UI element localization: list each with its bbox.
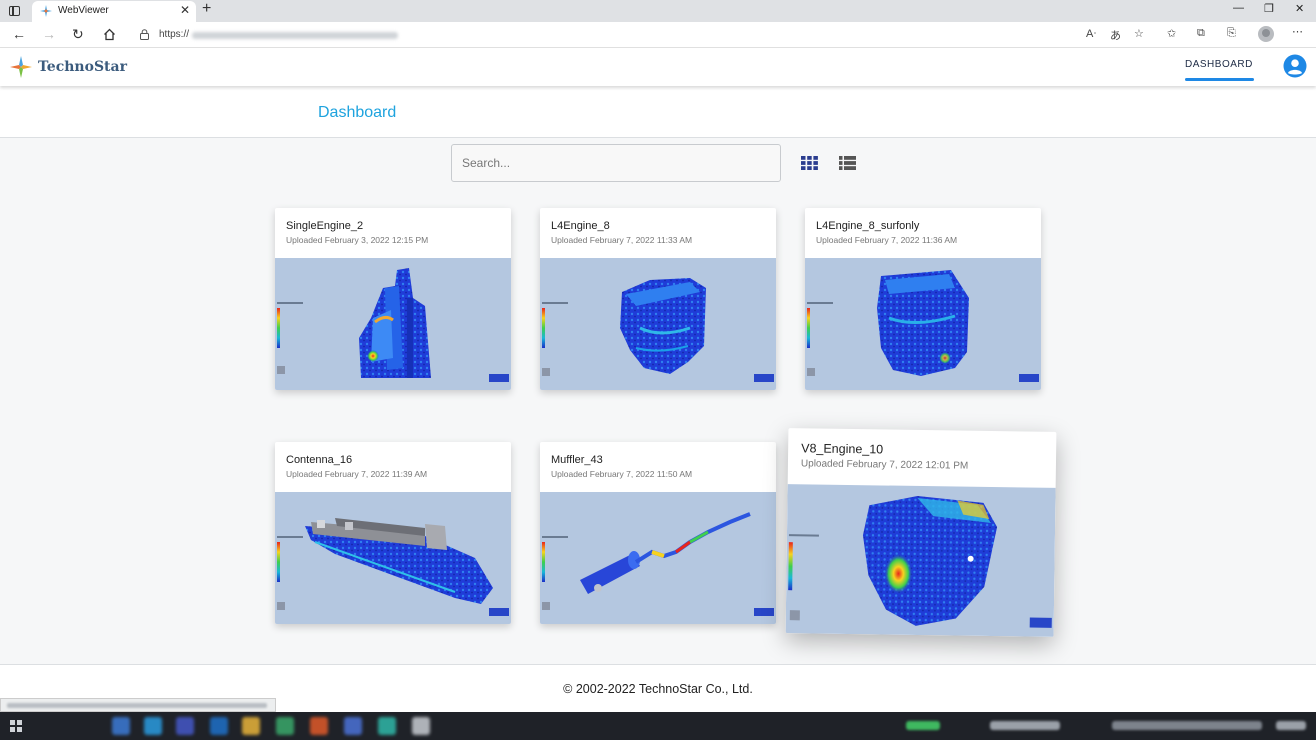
os-taskbar xyxy=(0,712,1316,740)
copyright-text: © 2002-2022 TechnoStar Co., Ltd. xyxy=(563,682,753,696)
model-upload-date: Uploaded February 7, 2022 11:33 AM xyxy=(551,235,693,245)
browser-tab-strip: WebViewer ✕ + — ❐ ✕ xyxy=(0,0,1316,22)
taskbar-app-icon[interactable] xyxy=(112,717,130,735)
link-status-bar xyxy=(0,698,276,712)
lock-icon[interactable] xyxy=(140,29,149,40)
model-thumbnail xyxy=(275,492,511,624)
refresh-icon[interactable]: ↻ xyxy=(72,26,84,42)
fea-render-image xyxy=(807,270,1039,382)
taskbar-app-icon[interactable] xyxy=(176,717,194,735)
model-thumbnail xyxy=(540,258,776,390)
page-title: Dashboard xyxy=(318,104,397,121)
active-nav-indicator xyxy=(1185,78,1254,81)
tray-icons[interactable] xyxy=(1112,721,1262,730)
fea-render-image xyxy=(542,512,774,616)
list-view-icon[interactable] xyxy=(839,156,856,170)
grid-view-icon[interactable] xyxy=(801,156,818,170)
taskbar-app-icon[interactable] xyxy=(276,717,294,735)
fea-render-image xyxy=(542,278,774,382)
model-name: Contenna_16 xyxy=(286,454,353,466)
url-redacted xyxy=(192,32,398,39)
model-card-contenna-16[interactable]: Contenna_16 Uploaded February 7, 2022 11… xyxy=(275,442,511,624)
model-thumbnail xyxy=(785,484,1056,637)
restore-window-icon[interactable]: ❐ xyxy=(1264,2,1274,15)
new-tab-icon[interactable]: + xyxy=(202,0,211,18)
app-header: TechnoStar DASHBOARD xyxy=(0,48,1316,86)
fea-render-image xyxy=(277,518,509,616)
model-upload-date: Uploaded February 7, 2022 11:50 AM xyxy=(551,469,693,479)
taskbar-app-icon[interactable] xyxy=(210,717,228,735)
model-card-muffler-43[interactable]: Muffler_43 Uploaded February 7, 2022 11:… xyxy=(540,442,776,624)
close-tab-icon[interactable]: ✕ xyxy=(180,3,190,17)
tray-indicator[interactable] xyxy=(906,721,940,730)
more-menu-icon[interactable]: ⋯ xyxy=(1292,25,1303,38)
add-favorite-icon[interactable]: ☆ xyxy=(1134,27,1144,40)
search-input[interactable] xyxy=(451,144,781,182)
model-name: L4Engine_8_surfonly xyxy=(816,220,920,232)
page-title-bar: Dashboard xyxy=(0,86,1316,138)
model-card-l4engine-8-surfonly[interactable]: L4Engine_8_surfonly Uploaded February 7,… xyxy=(805,208,1041,390)
read-aloud-icon[interactable]: Aᐧ xyxy=(1086,27,1096,40)
back-arrow-icon[interactable]: ← xyxy=(12,26,26,42)
url-text: https:// xyxy=(159,29,190,40)
browser-tab[interactable]: WebViewer ✕ xyxy=(32,1,196,22)
favorites-icon[interactable]: ✩ xyxy=(1167,27,1176,40)
model-thumbnail xyxy=(540,492,776,624)
profile-icon[interactable] xyxy=(1258,26,1274,42)
model-thumbnail xyxy=(275,258,511,390)
taskbar-app-icon[interactable] xyxy=(242,717,260,735)
taskbar-app-icon[interactable] xyxy=(344,717,362,735)
collections-icon[interactable]: ⧉ xyxy=(1197,27,1205,40)
model-card-singleengine-2[interactable]: SingleEngine_2 Uploaded February 3, 2022… xyxy=(275,208,511,390)
taskbar-app-icon[interactable] xyxy=(412,717,430,735)
fea-render-image xyxy=(277,268,509,382)
clock[interactable] xyxy=(1276,721,1306,730)
home-icon[interactable] xyxy=(103,28,116,41)
model-upload-date: Uploaded February 7, 2022 11:39 AM xyxy=(286,469,428,479)
model-card-l4engine-8[interactable]: L4Engine_8 Uploaded February 7, 2022 11:… xyxy=(540,208,776,390)
model-name: L4Engine_8 xyxy=(551,220,610,232)
model-upload-date: Uploaded February 7, 2022 12:01 PM xyxy=(800,458,969,472)
taskbar-app-icon[interactable] xyxy=(378,717,396,735)
model-upload-date: Uploaded February 7, 2022 11:36 AM xyxy=(816,235,958,245)
model-name: V8_Engine_10 xyxy=(801,441,884,457)
tray-icons[interactable] xyxy=(990,721,1060,730)
model-thumbnail xyxy=(805,258,1041,390)
taskbar-app-icon[interactable] xyxy=(144,717,162,735)
model-card-v8-engine-10[interactable]: V8_Engine_10 Uploaded February 7, 2022 1… xyxy=(785,428,1057,637)
browser-essentials-icon[interactable]: ⎘ xyxy=(1227,27,1236,40)
start-icon[interactable] xyxy=(10,720,22,732)
technostar-logo-icon xyxy=(10,56,32,78)
technostar-favicon-icon xyxy=(40,5,52,17)
forward-arrow-icon[interactable]: → xyxy=(42,26,56,42)
minimize-window-icon[interactable]: — xyxy=(1233,2,1244,14)
model-name: SingleEngine_2 xyxy=(286,220,364,232)
nav-dashboard-link[interactable]: DASHBOARD xyxy=(1185,59,1253,70)
tab-title: WebViewer xyxy=(58,5,109,16)
translate-icon[interactable]: あ xyxy=(1110,27,1121,43)
brand-name: TechnoStar xyxy=(38,59,127,75)
close-window-icon[interactable]: ✕ xyxy=(1295,2,1304,15)
model-name: Muffler_43 xyxy=(551,454,603,466)
address-bar[interactable]: https:// xyxy=(130,24,1160,46)
fea-render-image xyxy=(788,495,1052,628)
taskbar-app-icon[interactable] xyxy=(310,717,328,735)
tab-actions-icon[interactable] xyxy=(6,3,24,19)
account-icon[interactable] xyxy=(1283,54,1307,78)
browser-toolbar: ← → ↻ https:// Aᐧ あ ☆ ✩ ⧉ ⎘ ⋯ xyxy=(0,22,1316,48)
model-upload-date: Uploaded February 3, 2022 12:15 PM xyxy=(286,235,429,245)
